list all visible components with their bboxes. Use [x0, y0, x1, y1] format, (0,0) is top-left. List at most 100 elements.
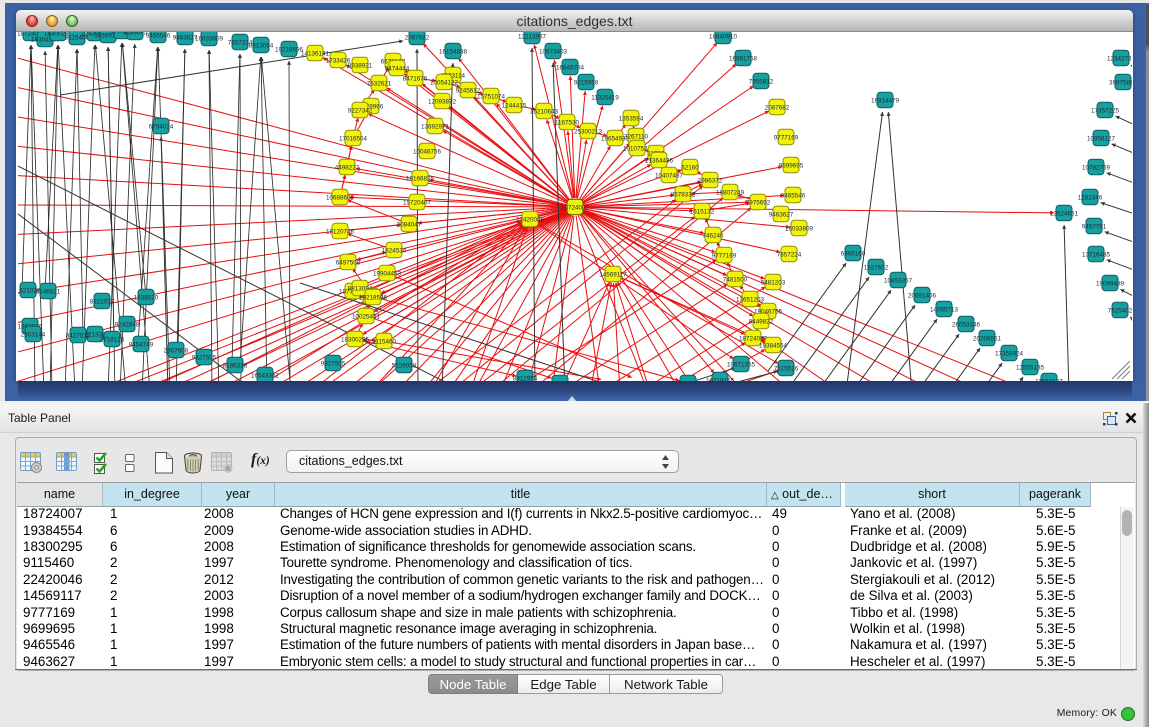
- svg-text:9457791: 9457791: [1082, 223, 1107, 230]
- svg-text:2718126: 2718126: [100, 336, 125, 343]
- svg-text:9242848: 9242848: [115, 321, 140, 328]
- svg-text:10054122: 10054122: [430, 79, 459, 86]
- svg-text:19384554: 19384554: [759, 342, 788, 349]
- svg-text:9827505: 9827505: [321, 360, 346, 367]
- svg-text:14569117: 14569117: [599, 271, 627, 278]
- svg-text:10782759: 10782759: [1082, 164, 1111, 171]
- svg-text:1538520: 1538520: [134, 294, 159, 301]
- svg-text:16961758: 16961758: [729, 55, 758, 62]
- svg-text:8322037: 8322037: [90, 298, 115, 305]
- svg-text:16033809: 16033809: [195, 35, 224, 42]
- svg-text:9465546: 9465546: [146, 32, 171, 39]
- svg-text:8938921: 8938921: [348, 62, 373, 69]
- svg-text:17016504: 17016504: [339, 135, 368, 142]
- svg-text:1615132: 1615132: [690, 208, 715, 215]
- svg-text:16648784: 16648784: [556, 64, 585, 71]
- svg-text:10407487: 10407487: [655, 172, 684, 179]
- svg-text:13524651: 13524651: [1050, 210, 1079, 217]
- svg-text:5481203: 5481203: [761, 279, 786, 286]
- svg-text:6497508: 6497508: [336, 259, 361, 266]
- svg-text:10671355: 10671355: [727, 361, 756, 368]
- svg-text:7975692: 7975692: [746, 199, 771, 206]
- svg-text:10025451: 10025451: [352, 313, 381, 320]
- svg-text:2367608: 2367608: [164, 347, 189, 354]
- svg-text:18807249: 18807249: [716, 189, 745, 196]
- svg-text:14136141: 14136141: [301, 50, 330, 57]
- svg-text:15720407: 15720407: [403, 199, 432, 206]
- svg-text:8471676: 8471676: [403, 75, 428, 82]
- svg-text:19166825: 19166825: [406, 175, 435, 182]
- svg-text:4498222: 4498222: [335, 164, 360, 171]
- svg-text:7632621: 7632621: [367, 80, 392, 87]
- svg-text:8449822: 8449822: [749, 318, 774, 325]
- svg-text:21364436: 21364436: [645, 157, 674, 164]
- svg-text:7625402: 7625402: [1108, 307, 1132, 314]
- svg-text:8186328: 8186328: [223, 362, 248, 369]
- svg-text:12213967: 12213967: [518, 33, 547, 40]
- svg-text:19904453: 19904453: [373, 270, 402, 277]
- svg-text:6966160: 6966160: [841, 250, 866, 257]
- svg-text:25300213: 25300213: [574, 128, 603, 135]
- svg-text:10853267: 10853267: [884, 277, 913, 284]
- svg-text:19218596: 19218596: [359, 294, 388, 301]
- svg-text:20691406: 20691406: [908, 292, 937, 299]
- svg-text:19099489: 19099489: [1096, 280, 1125, 287]
- svg-text:16914479: 16914479: [871, 97, 900, 104]
- svg-text:9146821: 9146821: [36, 288, 61, 295]
- svg-text:9327505: 9327505: [192, 354, 217, 361]
- svg-text:9699695: 9699695: [123, 32, 148, 36]
- svg-text:7857224: 7857224: [777, 251, 802, 258]
- svg-text:16154838: 16154838: [439, 48, 468, 55]
- svg-text:1244415: 1244415: [502, 102, 527, 109]
- svg-text:18120746: 18120746: [326, 228, 355, 235]
- svg-text:9777169: 9777169: [774, 134, 799, 141]
- svg-text:10958127: 10958127: [1087, 135, 1116, 142]
- svg-text:7481500: 7481500: [723, 276, 748, 283]
- svg-text:9777169: 9777169: [712, 252, 737, 259]
- svg-text:10046756: 10046756: [413, 148, 442, 155]
- svg-text:1282346: 1282346: [1078, 194, 1103, 201]
- svg-text:746246: 746246: [702, 232, 724, 239]
- svg-text:8454749: 8454749: [129, 341, 154, 348]
- svg-text:13692971: 13692971: [421, 123, 450, 130]
- svg-text:1527602: 1527602: [864, 264, 889, 271]
- svg-text:9474444: 9474444: [385, 65, 410, 72]
- svg-text:8813094: 8813094: [249, 42, 274, 49]
- svg-text:13651203: 13651203: [736, 296, 765, 303]
- svg-text:2986372: 2986372: [698, 177, 723, 184]
- svg-text:11325419: 11325419: [591, 94, 619, 101]
- svg-text:2087682: 2087682: [765, 104, 790, 111]
- svg-text:5226058: 5226058: [392, 362, 417, 369]
- svg-text:9463627: 9463627: [769, 211, 794, 218]
- svg-text:6794024: 6794024: [149, 123, 174, 130]
- svg-text:9215958: 9215958: [574, 79, 599, 86]
- svg-text:1624534: 1624534: [382, 247, 407, 254]
- svg-text:20206551: 20206551: [973, 335, 1002, 342]
- svg-text:12505135: 12505135: [1016, 364, 1045, 371]
- svg-text:17357225: 17357225: [1091, 107, 1120, 114]
- svg-text:18640910: 18640910: [709, 33, 738, 40]
- svg-text:2803144: 2803144: [21, 331, 46, 338]
- svg-text:3267110: 3267110: [624, 133, 649, 140]
- svg-text:10688609: 10688609: [326, 194, 355, 201]
- svg-text:7515526: 7515526: [774, 365, 799, 372]
- svg-text:8427512: 8427512: [66, 332, 91, 339]
- svg-text:62160: 62160: [681, 164, 699, 171]
- svg-text:12342737: 12342737: [1107, 55, 1132, 62]
- svg-text:17359924: 17359924: [995, 350, 1024, 357]
- svg-text:10973403: 10973403: [539, 48, 568, 55]
- svg-text:9227342: 9227342: [348, 107, 373, 114]
- svg-text:2084047: 2084047: [397, 221, 422, 228]
- svg-text:18724007: 18724007: [739, 335, 768, 342]
- svg-text:12093872: 12093872: [428, 98, 457, 105]
- svg-text:15751074: 15751074: [477, 93, 506, 100]
- svg-text:18300295: 18300295: [341, 336, 370, 343]
- svg-text:22420046: 22420046: [516, 216, 545, 223]
- svg-text:1167530: 1167530: [555, 119, 580, 126]
- svg-text:8578332: 8578332: [671, 191, 696, 198]
- svg-text:19218596: 19218596: [275, 46, 304, 53]
- svg-text:14055713: 14055713: [930, 306, 959, 313]
- svg-text:2087682: 2087682: [405, 34, 430, 41]
- svg-text:16543362: 16543362: [251, 372, 280, 379]
- svg-text:9115460: 9115460: [372, 338, 397, 345]
